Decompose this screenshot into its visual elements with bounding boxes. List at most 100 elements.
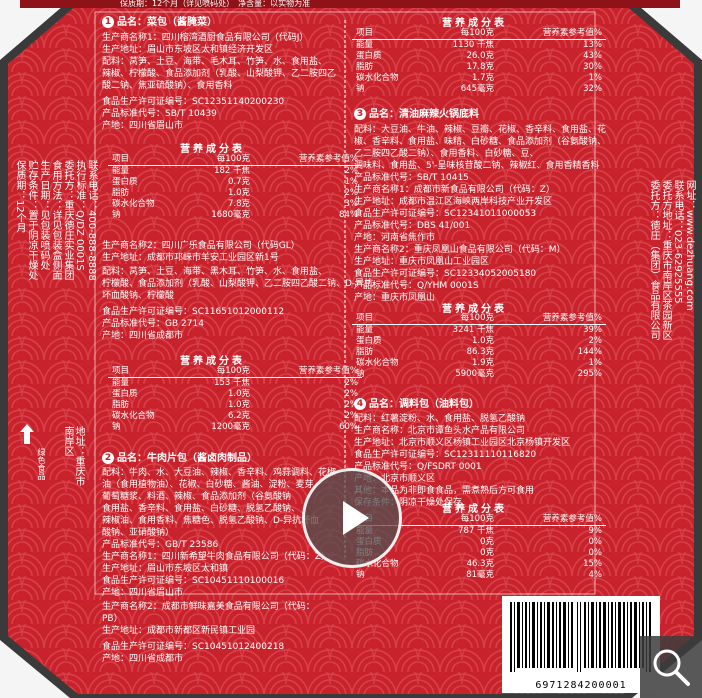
nutrition-table-2-title: 营养成分表 bbox=[180, 356, 245, 367]
section2-line: 生产地址：成都市新都区新民镇工业园 bbox=[102, 626, 256, 636]
barcode: 6971284200001 bbox=[502, 596, 660, 693]
table-row: 蛋白质 1.0克 2% bbox=[108, 389, 362, 400]
cell: 46.3克 bbox=[466, 559, 494, 569]
section2-title-text: 品名：牛肉片包（酱卤肉制品） bbox=[117, 453, 257, 464]
cell: 645毫克 bbox=[460, 84, 494, 94]
cell: 17.8克 bbox=[466, 62, 494, 72]
cell: 钠 bbox=[356, 84, 365, 94]
barcode-number: 6971284200001 bbox=[535, 680, 627, 691]
left-vertical-text: 生产日期：见包装喷码处 bbox=[38, 160, 49, 270]
cell: 1.7克 bbox=[471, 73, 494, 83]
cell: 3241 千焦 bbox=[452, 325, 494, 335]
cell: 1680毫克 bbox=[211, 210, 250, 220]
cell: 2% bbox=[344, 188, 359, 198]
section3-number: 3 bbox=[354, 108, 366, 120]
cell: 蛋白质 bbox=[356, 336, 382, 346]
table-header: 每100克 bbox=[460, 28, 494, 38]
cell: 2% bbox=[588, 336, 603, 346]
cell: 蛋白质 bbox=[112, 389, 138, 399]
cell: 能量 bbox=[112, 378, 130, 388]
cell: 30% bbox=[583, 62, 602, 72]
table-header: 项目 bbox=[112, 154, 130, 164]
top-strip-text: 保质期：12个月（详见喷码处） 净含量：以实物为准 bbox=[120, 0, 311, 8]
left-vertical-text: 委托方：重庆德庄实业集团 bbox=[62, 160, 73, 280]
cell: 182 千焦 bbox=[214, 166, 250, 176]
cell: 26.0克 bbox=[466, 51, 494, 61]
table-header: 每100克 bbox=[460, 313, 494, 323]
zoom-button[interactable] bbox=[640, 636, 702, 698]
play-icon bbox=[343, 501, 369, 535]
section4-number: 4 bbox=[354, 398, 366, 410]
table-header: 每100克 bbox=[216, 366, 250, 376]
cell: 脂肪 bbox=[112, 188, 130, 198]
cell: 脂肪 bbox=[112, 400, 130, 410]
table-header: 项目 bbox=[356, 313, 374, 323]
cell: 153 千焦 bbox=[214, 378, 250, 388]
video-play-button[interactable] bbox=[302, 468, 402, 568]
cell: 0克 bbox=[480, 548, 494, 558]
section3-line: 产地：重庆市凤凰山 bbox=[354, 293, 436, 303]
product-image-viewer: 保质期：12个月（详见喷码处） 净含量：以实物为准 1 品名：菜包（酱腌菜） 生产… bbox=[0, 0, 702, 698]
table-row: 钠 1200毫克 60% bbox=[108, 422, 362, 433]
cell: 5900毫克 bbox=[455, 369, 494, 379]
section1b-line: 生产地址：成都市邛崃市羊安工业园区新1号 bbox=[102, 253, 279, 263]
cell: 0.7克 bbox=[227, 177, 250, 187]
left-vertical-text: 食用方法：详见包装盒侧面 bbox=[50, 160, 61, 280]
left-vertical-text: 地址：重庆市南岸区 bbox=[62, 426, 84, 486]
table-row: 脂肪 1.0克 2% bbox=[108, 400, 362, 411]
left-vertical-text: 联系电话：400-888-8888 bbox=[86, 160, 97, 281]
cell: 0% bbox=[588, 548, 603, 558]
cell: 0% bbox=[588, 537, 603, 547]
table-row: 脂肪 86.3克 144% bbox=[352, 347, 606, 358]
nutrition-table-top-right-title: 营养成分表 bbox=[442, 18, 507, 29]
table-row: 能量 182 千焦 2% bbox=[108, 166, 362, 178]
section1-line: 产地：四川省眉山市 bbox=[102, 121, 184, 131]
right-vertical-text: 委托方：德庄（集团）食品有限公司 bbox=[648, 180, 659, 340]
barcode-bars bbox=[510, 602, 651, 672]
cell: 蛋白质 bbox=[112, 177, 138, 187]
section2-title: 2 品名：牛肉片包（酱卤肉制品） bbox=[102, 452, 257, 465]
cell: 蛋白质 bbox=[356, 51, 382, 61]
cell: 2% bbox=[344, 400, 359, 410]
cell: 2% bbox=[344, 411, 359, 421]
section2-line: 生产商名称2：成都市鲜味嘉美食品有限公司（代码： bbox=[102, 602, 315, 612]
table-row: 碳水化合物 6.2克 2% bbox=[108, 411, 362, 422]
cell: 脂肪 bbox=[356, 62, 374, 72]
cell: 144% bbox=[577, 347, 602, 357]
table-header: 项目 bbox=[112, 366, 130, 376]
left-vertical-text: 保质期：12个月 bbox=[14, 160, 25, 233]
section2-line: 产地：四川省成都市 bbox=[102, 654, 184, 664]
table-row: 蛋白质 1.0克 2% bbox=[352, 336, 606, 347]
cell: 0克 bbox=[480, 537, 494, 547]
section1-title-text: 品名：菜包（酱腌菜） bbox=[117, 17, 217, 28]
cell: 1130 千焦 bbox=[452, 40, 494, 50]
section3-title-text: 品名：清油麻辣火锅底料 bbox=[369, 109, 479, 120]
magnifier-icon bbox=[653, 649, 690, 686]
table-row: 脂肪 17.8克 30% bbox=[352, 62, 606, 73]
recycle-logo-text: 绿色食品 bbox=[37, 448, 46, 480]
cell: 碳水化合物 bbox=[112, 199, 155, 209]
cell: 1.0克 bbox=[227, 400, 250, 410]
cell: 2% bbox=[344, 166, 359, 176]
section4-title: 4 品名：调料包（油料包） bbox=[354, 398, 479, 411]
left-vertical-text: 执行标准：Q/DZ 0001S bbox=[74, 160, 85, 271]
cell: 1% bbox=[588, 73, 603, 83]
cell: 295% bbox=[577, 369, 602, 379]
cell: 32% bbox=[583, 84, 602, 94]
table-row: 能量 3241 千焦 39% bbox=[352, 325, 606, 337]
table-header: 营养素参考值% bbox=[542, 313, 602, 323]
cell: 钠 bbox=[112, 422, 121, 432]
cell: 60% bbox=[339, 422, 358, 432]
table-row: 钠 1680毫克 84% bbox=[108, 210, 362, 221]
table-row: 钠 5900毫克 295% bbox=[352, 369, 606, 380]
table-row: 钠 81毫克 4% bbox=[352, 570, 606, 581]
recycle-icon bbox=[20, 424, 34, 444]
table-row: 碳水化合物 1.7克 1% bbox=[352, 73, 606, 84]
section1b-line: 产地：四川省成都市 bbox=[102, 331, 184, 341]
table-header: 每100克 bbox=[216, 154, 250, 164]
cell: 钠 bbox=[112, 210, 121, 220]
table-row: 蛋白质 26.0克 43% bbox=[352, 51, 606, 62]
section1b-line: 坏血酸钠、柠檬酸 bbox=[102, 291, 175, 301]
cell: 1.0克 bbox=[227, 188, 250, 198]
cell: 碳水化合物 bbox=[356, 358, 399, 368]
